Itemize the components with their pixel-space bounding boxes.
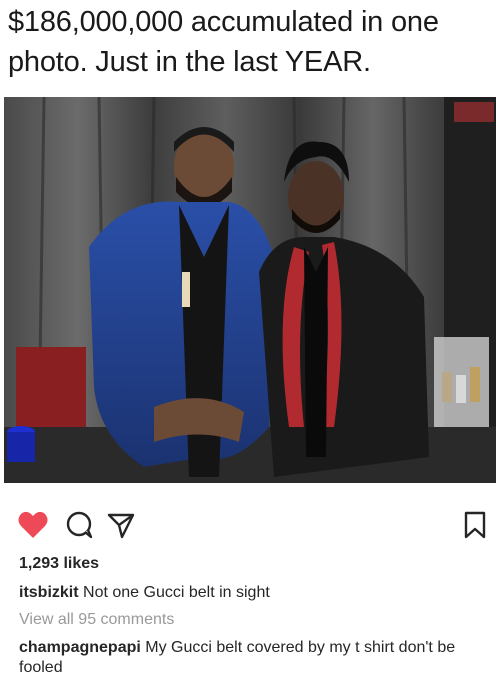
caption-text: Not one Gucci belt in sight bbox=[83, 584, 270, 601]
headline: $186,000,000 accumulated in one photo. J… bbox=[8, 6, 439, 78]
comment-button[interactable] bbox=[62, 508, 96, 542]
share-icon bbox=[107, 513, 135, 539]
share-button[interactable] bbox=[104, 508, 138, 542]
like-count[interactable]: 1,293 likes bbox=[19, 555, 99, 573]
caption-username[interactable]: itsbizkit bbox=[19, 584, 79, 601]
comment-icon bbox=[66, 511, 93, 539]
red-box bbox=[16, 347, 86, 427]
photo-illustration bbox=[4, 97, 496, 483]
comment-username[interactable]: champagnepapi bbox=[19, 639, 141, 656]
post-caption: itsbizkit Not one Gucci belt in sight bbox=[19, 583, 489, 603]
heart-icon bbox=[18, 511, 48, 538]
save-button[interactable] bbox=[458, 508, 492, 542]
bookmark-icon bbox=[464, 511, 486, 539]
comment-item: champagnepapi My Gucci belt covered by m… bbox=[19, 638, 489, 678]
view-all-comments-link[interactable]: View all 95 comments bbox=[19, 611, 174, 629]
post-photo[interactable] bbox=[4, 97, 496, 483]
like-button[interactable] bbox=[16, 508, 50, 542]
post-actions bbox=[0, 508, 500, 544]
